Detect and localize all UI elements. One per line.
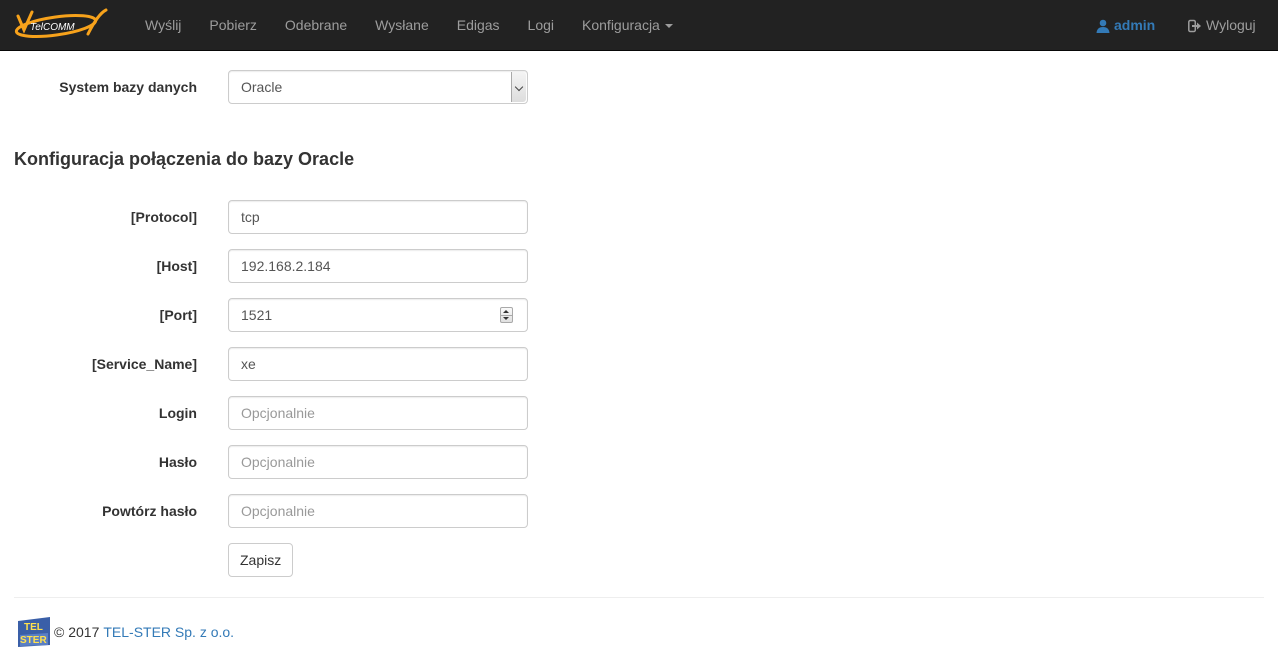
protocol-label: [Protocol] [130, 209, 197, 225]
tel-ster-logo-icon: TEL STER [18, 617, 50, 647]
nav-wyslane[interactable]: Wysłane [361, 0, 443, 51]
telcomm-logo-icon: TelCOMM [14, 8, 108, 39]
logo-text-top: TEL [24, 622, 43, 633]
host-value: 192.168.2.184 [241, 258, 331, 274]
brand-text: TelCOMM [30, 22, 75, 33]
spinner-divider [501, 315, 512, 316]
port-value: 1521 [241, 307, 273, 323]
nav-label: Wysłane [375, 17, 429, 33]
logo-text-bottom: STER [20, 635, 47, 646]
section-title: Konfiguracja połączenia do bazy Oracle [14, 149, 355, 169]
login-placeholder: Opcjonalnie [241, 405, 315, 421]
port-label: [Port] [159, 307, 197, 323]
nav-odebrane[interactable]: Odebrane [271, 0, 361, 51]
password-repeat-placeholder: Opcjonalnie [241, 503, 315, 519]
main-nav: Wyślij Pobierz Odebrane Wysłane Edigas L… [131, 0, 687, 51]
username: admin [1114, 17, 1156, 33]
nav-konfiguracja-dropdown[interactable]: Konfiguracja [568, 0, 687, 51]
nav-logi[interactable]: Logi [514, 0, 568, 51]
login-input[interactable]: Opcjonalnie [228, 396, 528, 430]
host-input[interactable]: 192.168.2.184 [228, 249, 528, 283]
login-label: Login [158, 405, 197, 421]
service-name-value: xe [241, 356, 256, 372]
footer: TEL STER © 2017 TEL-STER Sp. z o.o. [16, 615, 234, 649]
copyright-text: © 2017 [54, 624, 100, 640]
port-input[interactable]: 1521 [228, 298, 528, 332]
nav-label: Wyślij [145, 17, 182, 33]
service-name-label: [Service_Name] [91, 356, 197, 372]
password-repeat-input[interactable]: Opcjonalnie [228, 494, 528, 528]
nav-pobierz[interactable]: Pobierz [195, 0, 270, 51]
host-label: [Host] [156, 258, 197, 274]
number-spinner-icon[interactable] [500, 307, 513, 323]
nav-label: Konfiguracja [582, 17, 660, 33]
nav-label: Pobierz [209, 17, 257, 33]
logout-icon [1188, 19, 1201, 32]
nav-user-admin[interactable]: admin [1086, 0, 1165, 51]
db-system-label: System bazy danych [59, 79, 197, 95]
footer-divider [14, 597, 1264, 598]
company-link[interactable]: TEL-STER Sp. z o.o. [103, 624, 234, 640]
spinner-down-icon[interactable] [503, 317, 509, 320]
password-repeat-label: Powtórz hasło [102, 503, 197, 519]
protocol-value: tcp [241, 209, 260, 225]
nav-label: Logi [527, 17, 555, 33]
brand-logo[interactable]: TelCOMM [10, 6, 112, 44]
nav-edigas[interactable]: Edigas [443, 0, 514, 51]
caret-down-icon [664, 24, 673, 29]
password-label: Hasło [158, 454, 197, 470]
service-name-input[interactable]: xe [228, 347, 528, 381]
nav-label: Odebrane [284, 17, 348, 33]
logout-link[interactable]: Wyloguj [1178, 0, 1266, 51]
protocol-input[interactable]: tcp [228, 200, 528, 234]
nav-wyslij[interactable]: Wyślij [131, 0, 195, 51]
nav-label: Edigas [456, 17, 500, 33]
save-button[interactable]: Zapisz [228, 543, 294, 577]
chevron-down-icon[interactable] [511, 72, 526, 102]
logout-label: Wyloguj [1206, 17, 1256, 33]
top-navbar: TelCOMM Wyślij Pobierz Odebrane Wysłane … [0, 0, 1278, 51]
password-input[interactable]: Opcjonalnie [228, 445, 528, 479]
db-system-select[interactable]: Oracle [228, 70, 528, 104]
db-system-selected-value: Oracle [241, 79, 283, 95]
spinner-up-icon[interactable] [503, 310, 509, 313]
password-placeholder: Opcjonalnie [241, 454, 315, 470]
user-icon [1096, 19, 1110, 33]
